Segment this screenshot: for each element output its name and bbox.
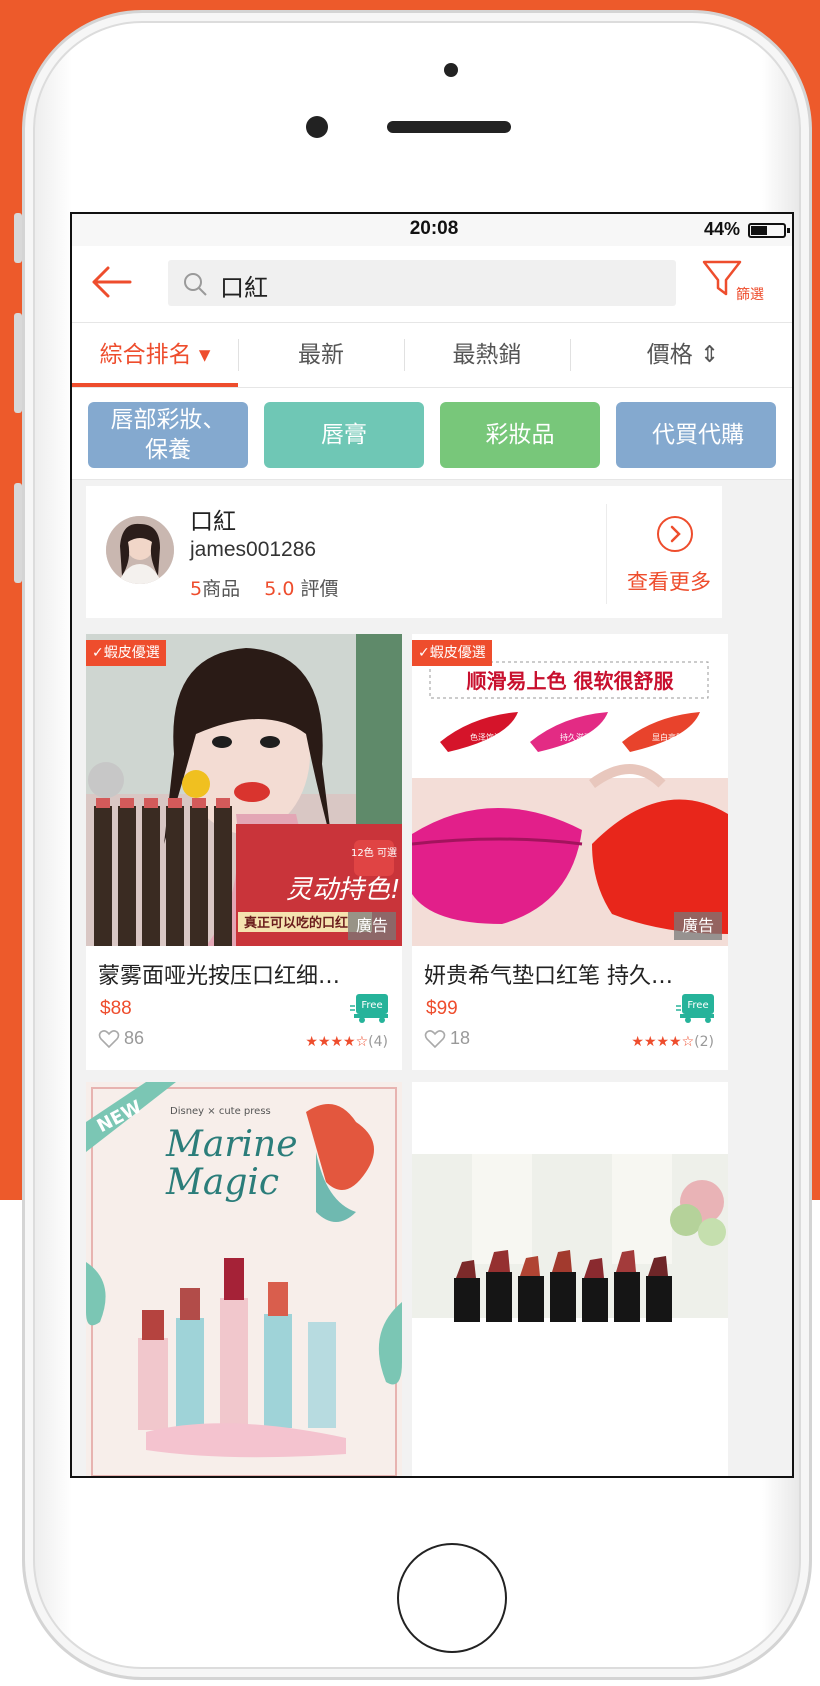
products-label: 商品 [202,578,241,600]
filter-label: 篩選 [736,287,764,303]
tab-relevance[interactable]: 綜合排名 ▾ [72,323,238,387]
free-shipping-truck-icon: Free [350,994,388,1023]
product-title: 妍贵希气垫口红笔 持久… [424,964,673,989]
swatch-label: 色泽饱满 [470,732,502,742]
proximity-sensor [444,63,458,77]
product-card[interactable] [412,1082,728,1476]
product-image: 12色 可選 灵动持色! 真正可以吃的口红 ✓蝦皮優選 廣告 [86,634,402,946]
app-screen: 20:08 44% 口紅 篩選 綜合排名 ▾ 最新 最熱銷 價格 ⇕ 唇部彩妝、… [70,212,794,1478]
ad-badge: 廣告 [347,912,396,940]
product-card[interactable]: NEW Disney × cute press Marine Magic [86,1082,402,1476]
sort-tabs: 綜合排名 ▾ 最新 最熱銷 價格 ⇕ [72,322,792,388]
products-count: 5 [190,578,203,600]
chip-label: 代買代購 [652,422,744,448]
chip-label: 唇部彩妝、 [110,407,226,433]
product-price: $88 [100,998,132,1019]
search-icon [184,273,207,296]
rating-value: 5.0 [264,578,295,600]
free-label: Free [687,1000,708,1011]
preferred-seller-badge: ✓蝦皮優選 [412,640,492,666]
avatar [106,516,174,584]
view-more-button[interactable]: 查看更多 [606,504,722,604]
home-button[interactable] [397,1543,507,1653]
swatch-label: 显白亮肤 [652,732,684,742]
status-time: 20:08 [409,218,459,239]
free-label: Free [361,1000,382,1011]
chip-lipstick[interactable]: 唇膏 [264,402,424,468]
shop-stats: 5商品 5.0 評價 [190,574,339,601]
product-image: 顺滑易上色 很软很舒服 色泽饱满 持久滋润 显白亮肤 ✓蝦皮優選 廣告 [412,634,728,946]
volume-down-button [14,483,22,583]
mute-switch [14,213,22,263]
category-chips: 唇部彩妝、 保養 唇膏 彩妝品 代買代購 [72,388,792,480]
volume-up-button [14,313,22,413]
product-title: 蒙雾面哑光按压口红细… [98,964,341,989]
battery-icon [748,223,790,238]
product-card[interactable]: 12色 可選 灵动持色! 真正可以吃的口红 ✓蝦皮優選 廣告 蒙雾面哑光按压口红… [86,634,402,1070]
chip-lip-makeup[interactable]: 唇部彩妝、 保養 [88,402,248,468]
rating-label: 評價 [300,578,339,600]
image-banner-text: 灵动持色! [286,875,400,905]
search-query: 口紅 [220,274,268,302]
likes-count: 18 [450,1028,471,1048]
shop-name: 口紅 [190,509,236,535]
product-image: NEW Disney × cute press Marine Magic [86,1082,402,1476]
rating-count: (4) [368,1034,388,1050]
image-brand-text: Disney × cute press [170,1106,271,1117]
swatch-label: 持久滋润 [560,732,592,742]
active-tab-underline [72,383,238,387]
view-more-label: 查看更多 [627,570,711,594]
free-shipping-truck-icon: Free [676,994,714,1023]
shop-username: james001286 [190,538,317,561]
rating-stars: ★★★★☆ [631,1034,695,1050]
battery-percent: 44% [703,219,740,239]
tab-latest[interactable]: 最新 [238,323,404,387]
search-input[interactable]: 口紅 [168,260,676,306]
likes: 86 [98,1028,144,1049]
product-rating: ★★★★☆(2) [631,1034,714,1050]
heart-icon[interactable] [424,1029,446,1049]
heart-icon[interactable] [98,1029,120,1049]
chip-label: 保養 [145,437,191,463]
product-rating: ★★★★☆(4) [305,1034,388,1050]
chip-label: 唇膏 [321,422,367,448]
chevron-right-icon [657,516,693,552]
front-camera [306,116,328,138]
image-title-line2: Magic [165,1162,279,1203]
ad-badge: 廣告 [673,912,722,940]
product-price: $99 [426,998,458,1019]
back-arrow-icon[interactable] [90,262,134,302]
image-tag-text: 12色 可選 [351,846,397,859]
image-headline: 顺滑易上色 很软很舒服 [467,669,675,693]
image-sub-text: 真正可以吃的口红 [244,915,348,931]
shop-card[interactable]: 口紅 james001286 5商品 5.0 評價 查看更多 [86,486,722,618]
product-image [412,1082,728,1476]
rating-count: (2) [694,1034,714,1050]
filter-button[interactable]: 篩選 [702,258,782,314]
earpiece-speaker [387,121,511,133]
chip-label: 彩妝品 [485,422,555,448]
tab-price[interactable]: 價格 ⇕ [570,323,792,387]
image-title-line1: Marine [165,1124,298,1165]
tab-top-sales[interactable]: 最熱銷 [404,323,570,387]
likes: 18 [424,1028,470,1049]
chip-purchasing-agent[interactable]: 代買代購 [616,402,776,468]
product-card[interactable]: 顺滑易上色 很软很舒服 色泽饱满 持久滋润 显白亮肤 ✓蝦皮優選 廣告 妍贵希气… [412,634,728,1070]
preferred-seller-badge: ✓蝦皮優選 [86,640,166,666]
status-bar: 20:08 44% [72,214,792,246]
likes-count: 86 [124,1028,145,1048]
rating-stars: ★★★★☆ [305,1034,369,1050]
chip-cosmetics[interactable]: 彩妝品 [440,402,600,468]
search-header: 口紅 篩選 [72,246,792,322]
